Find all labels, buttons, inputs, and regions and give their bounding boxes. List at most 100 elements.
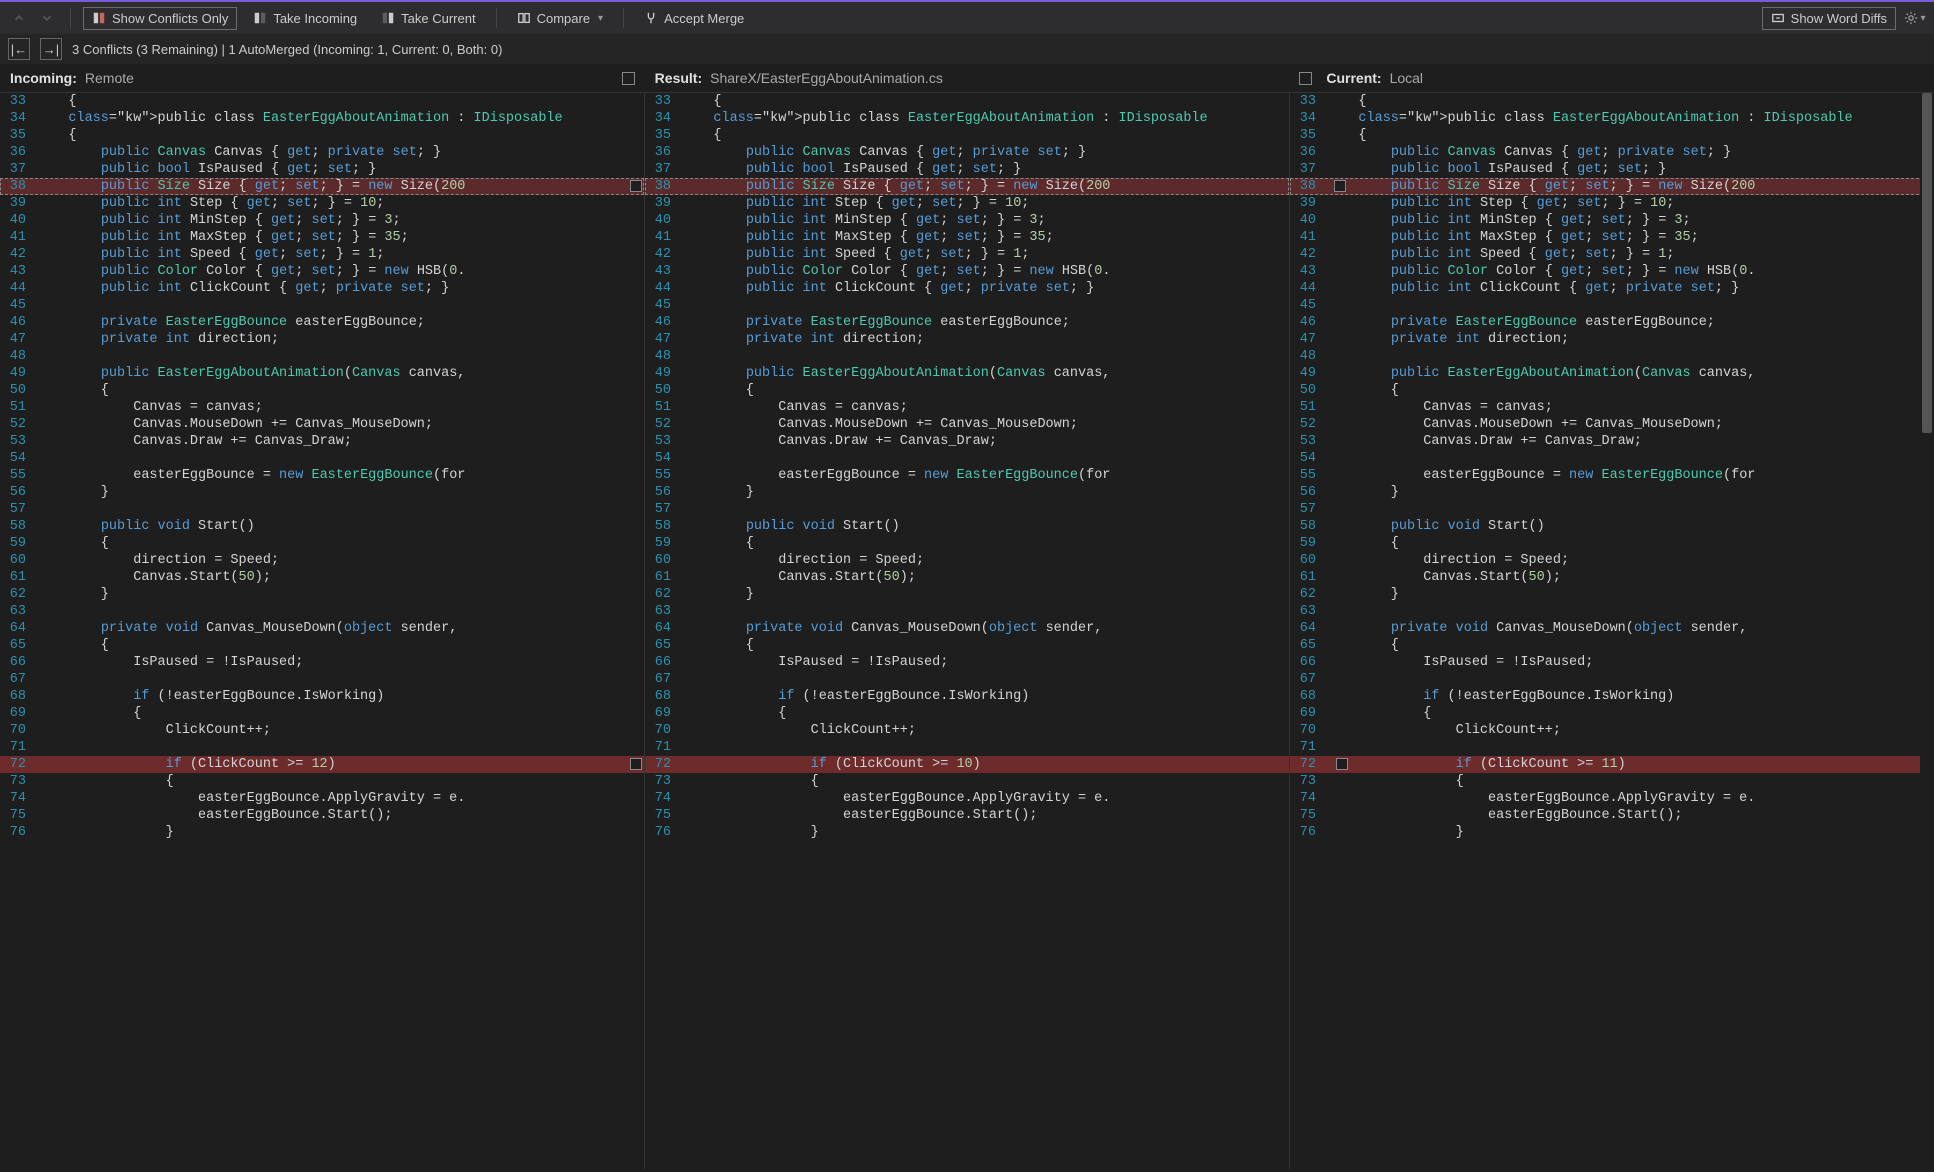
code-line[interactable]: 75 easterEggBounce.Start(); [645, 807, 1289, 824]
code-line[interactable]: 37 public bool IsPaused { get; set; } [645, 161, 1289, 178]
code-line[interactable]: 68 if (!easterEggBounce.IsWorking) [0, 688, 644, 705]
code-line[interactable]: 67 [645, 671, 1289, 688]
code-line[interactable]: 36 public Canvas Canvas { get; private s… [0, 144, 644, 161]
code-line[interactable]: 57 [645, 501, 1289, 518]
code-line[interactable]: 65 { [645, 637, 1289, 654]
code-line[interactable]: 49 public EasterEggAboutAnimation(Canvas… [0, 365, 644, 382]
code-line[interactable]: 72 if (ClickCount >= 10) [645, 756, 1289, 773]
code-line[interactable]: 65 { [1290, 637, 1934, 654]
code-line[interactable]: 47 private int direction; [0, 331, 644, 348]
code-line[interactable]: 74 easterEggBounce.ApplyGravity = e. [645, 790, 1289, 807]
code-line[interactable]: 60 direction = Speed; [0, 552, 644, 569]
code-line[interactable]: 66 IsPaused = !IsPaused; [0, 654, 644, 671]
code-line[interactable]: 50 { [645, 382, 1289, 399]
incoming-pane[interactable]: 33 {34 class="kw">public class EasterEgg… [0, 93, 645, 1169]
code-line[interactable]: 36 public Canvas Canvas { get; private s… [1290, 144, 1934, 161]
code-line[interactable]: 59 { [1290, 535, 1934, 552]
code-line[interactable]: 70 ClickCount++; [1290, 722, 1934, 739]
current-pane[interactable]: 33 {34 class="kw">public class EasterEgg… [1290, 93, 1934, 1169]
first-conflict-button[interactable]: |← [8, 38, 30, 60]
conflict-checkbox[interactable] [1336, 758, 1348, 770]
code-line[interactable]: 63 [645, 603, 1289, 620]
conflict-checkbox[interactable] [1334, 180, 1346, 192]
code-line[interactable]: 73 { [0, 773, 644, 790]
code-line[interactable]: 76 } [645, 824, 1289, 841]
code-line[interactable]: 60 direction = Speed; [1290, 552, 1934, 569]
code-line[interactable]: 53 Canvas.Draw += Canvas_Draw; [0, 433, 644, 450]
incoming-select-all-checkbox[interactable] [622, 72, 635, 85]
code-line[interactable]: 39 public int Step { get; set; } = 10; [1290, 195, 1934, 212]
code-line[interactable]: 67 [1290, 671, 1934, 688]
code-line[interactable]: 55 easterEggBounce = new EasterEggBounce… [645, 467, 1289, 484]
compare-button[interactable]: Compare ▾ [509, 8, 612, 29]
code-line[interactable]: 61 Canvas.Start(50); [645, 569, 1289, 586]
code-line[interactable]: 52 Canvas.MouseDown += Canvas_MouseDown; [1290, 416, 1934, 433]
code-line[interactable]: 44 public int ClickCount { get; private … [645, 280, 1289, 297]
code-line[interactable]: 37 public bool IsPaused { get; set; } [1290, 161, 1934, 178]
code-line[interactable]: 58 public void Start() [0, 518, 644, 535]
code-line[interactable]: 41 public int MaxStep { get; set; } = 35… [1290, 229, 1934, 246]
accept-merge-button[interactable]: Accept Merge [636, 8, 752, 29]
code-line[interactable]: 55 easterEggBounce = new EasterEggBounce… [0, 467, 644, 484]
take-current-button[interactable]: Take Current [373, 8, 483, 29]
code-line[interactable]: 46 private EasterEggBounce easterEggBoun… [0, 314, 644, 331]
code-line[interactable]: 34 class="kw">public class EasterEggAbou… [1290, 110, 1934, 127]
code-line[interactable]: 54 [645, 450, 1289, 467]
code-line[interactable]: 75 easterEggBounce.Start(); [1290, 807, 1934, 824]
code-line[interactable]: 57 [0, 501, 644, 518]
code-line[interactable]: 39 public int Step { get; set; } = 10; [0, 195, 644, 212]
code-line[interactable]: 73 { [1290, 773, 1934, 790]
code-line[interactable]: 46 private EasterEggBounce easterEggBoun… [645, 314, 1289, 331]
code-line[interactable]: 35 { [1290, 127, 1934, 144]
code-line[interactable]: 42 public int Speed { get; set; } = 1; [645, 246, 1289, 263]
code-line[interactable]: 47 private int direction; [1290, 331, 1934, 348]
code-line[interactable]: 54 [0, 450, 644, 467]
code-line[interactable]: 38 public Size Size { get; set; } = new … [645, 178, 1289, 195]
code-line[interactable]: 54 [1290, 450, 1934, 467]
code-line[interactable]: 75 easterEggBounce.Start(); [0, 807, 644, 824]
code-line[interactable]: 63 [0, 603, 644, 620]
code-line[interactable]: 45 [645, 297, 1289, 314]
code-line[interactable]: 59 { [0, 535, 644, 552]
code-line[interactable]: 41 public int MaxStep { get; set; } = 35… [0, 229, 644, 246]
code-line[interactable]: 34 class="kw">public class EasterEggAbou… [0, 110, 644, 127]
code-line[interactable]: 64 private void Canvas_MouseDown(object … [1290, 620, 1934, 637]
code-line[interactable]: 40 public int MinStep { get; set; } = 3; [0, 212, 644, 229]
result-pane[interactable]: 33 {34 class="kw">public class EasterEgg… [645, 93, 1290, 1169]
code-line[interactable]: 33 { [1290, 93, 1934, 110]
settings-gear-icon[interactable]: ▾ [1904, 7, 1926, 29]
code-line[interactable]: 46 private EasterEggBounce easterEggBoun… [1290, 314, 1934, 331]
code-line[interactable]: 65 { [0, 637, 644, 654]
code-line[interactable]: 70 ClickCount++; [0, 722, 644, 739]
scrollbar-thumb[interactable] [1922, 93, 1932, 433]
take-incoming-button[interactable]: Take Incoming [245, 8, 365, 29]
conflict-checkbox[interactable] [630, 180, 642, 192]
code-line[interactable]: 47 private int direction; [645, 331, 1289, 348]
code-line[interactable]: 71 [645, 739, 1289, 756]
code-line[interactable]: 61 Canvas.Start(50); [0, 569, 644, 586]
code-line[interactable]: 58 public void Start() [1290, 518, 1934, 535]
code-line[interactable]: 52 Canvas.MouseDown += Canvas_MouseDown; [0, 416, 644, 433]
code-line[interactable]: 63 [1290, 603, 1934, 620]
code-line[interactable]: 40 public int MinStep { get; set; } = 3; [645, 212, 1289, 229]
code-line[interactable]: 62 } [645, 586, 1289, 603]
code-line[interactable]: 71 [0, 739, 644, 756]
code-line[interactable]: 69 { [0, 705, 644, 722]
code-line[interactable]: 33 { [0, 93, 644, 110]
code-line[interactable]: 73 { [645, 773, 1289, 790]
code-line[interactable]: 61 Canvas.Start(50); [1290, 569, 1934, 586]
code-line[interactable]: 45 [1290, 297, 1934, 314]
code-line[interactable]: 64 private void Canvas_MouseDown(object … [645, 620, 1289, 637]
code-line[interactable]: 76 } [0, 824, 644, 841]
code-line[interactable]: 72 if (ClickCount >= 12) [0, 756, 644, 773]
code-line[interactable]: 38 public Size Size { get; set; } = new … [1290, 178, 1934, 195]
code-line[interactable]: 64 private void Canvas_MouseDown(object … [0, 620, 644, 637]
code-line[interactable]: 45 [0, 297, 644, 314]
code-line[interactable]: 68 if (!easterEggBounce.IsWorking) [1290, 688, 1934, 705]
code-line[interactable]: 69 { [645, 705, 1289, 722]
code-line[interactable]: 53 Canvas.Draw += Canvas_Draw; [645, 433, 1289, 450]
show-conflicts-only-button[interactable]: Show Conflicts Only [83, 7, 237, 30]
code-line[interactable]: 49 public EasterEggAboutAnimation(Canvas… [1290, 365, 1934, 382]
code-line[interactable]: 76 } [1290, 824, 1934, 841]
code-line[interactable]: 43 public Color Color { get; set; } = ne… [645, 263, 1289, 280]
